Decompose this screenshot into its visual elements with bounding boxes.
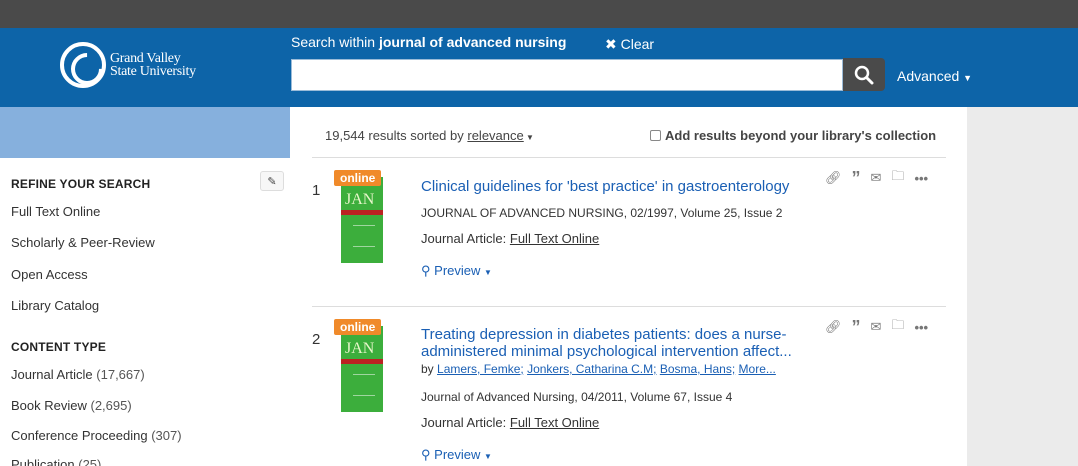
- divider: [312, 157, 946, 158]
- site-header: Grand Valley State University Search wit…: [0, 28, 1078, 107]
- more-authors-link[interactable]: More...: [739, 362, 776, 376]
- search-scope-label: Search within journal of advanced nursin…: [291, 34, 567, 50]
- result-title-link[interactable]: Clinical guidelines for 'best practice' …: [421, 178, 811, 195]
- folder-add-icon[interactable]: 🗀: [891, 167, 904, 189]
- result-cover-thumbnail[interactable]: JAN: [341, 326, 383, 412]
- result-title-link[interactable]: Treating depression in diabetes patients…: [421, 326, 811, 360]
- cover-title: JAN: [345, 340, 375, 357]
- facet-conference-proceeding[interactable]: Conference Proceeding (307): [11, 428, 182, 443]
- logo-line-2: State University: [110, 64, 196, 79]
- search-button[interactable]: [843, 58, 885, 91]
- result-type: Journal Article: Full Text Online: [421, 231, 600, 246]
- clear-scope-button[interactable]: ✖ Clear: [605, 36, 654, 53]
- pencil-icon: ✎: [267, 175, 277, 188]
- facet-journal-article[interactable]: Journal Article (17,667): [11, 367, 145, 382]
- close-icon: ✖: [605, 36, 617, 52]
- result-actions: 🔗︎ ” ✉ 🗀 •••: [825, 316, 928, 338]
- facet-scholarly-peer-review[interactable]: Scholarly & Peer-Review: [11, 235, 155, 250]
- result-type: Journal Article: Full Text Online: [421, 415, 600, 430]
- sort-dropdown[interactable]: relevance: [467, 128, 523, 143]
- result-cover-thumbnail[interactable]: JAN: [341, 177, 383, 263]
- author-link[interactable]: Bosma, Hans;: [660, 362, 735, 376]
- facet-full-text-online[interactable]: Full Text Online: [11, 204, 100, 219]
- link-icon[interactable]: 🔗︎: [825, 319, 842, 335]
- sidebar-banner: [0, 107, 290, 158]
- email-icon[interactable]: ✉: [871, 319, 882, 335]
- caret-down-icon: ▼: [484, 452, 492, 461]
- result-authors: by Lamers, Femke; Jonkers, Catharina C.M…: [421, 362, 776, 376]
- content-type-heading: CONTENT TYPE: [11, 340, 107, 354]
- author-link[interactable]: Jonkers, Catharina C.M;: [527, 362, 656, 376]
- result-number: 1: [312, 182, 321, 199]
- edit-filters-button[interactable]: ✎: [260, 171, 284, 191]
- search-scope-name: journal of advanced nursing: [378, 34, 567, 50]
- facet-book-review[interactable]: Book Review (2,695): [11, 398, 132, 413]
- caret-down-icon: ▼: [523, 133, 534, 142]
- facet-library-catalog[interactable]: Library Catalog: [11, 298, 99, 313]
- preview-toggle[interactable]: ⚲ Preview ▼: [421, 447, 492, 463]
- result-actions: 🔗︎ ” ✉ 🗀 •••: [825, 167, 928, 189]
- cite-icon[interactable]: ”: [852, 168, 861, 189]
- right-gutter: [967, 107, 1078, 466]
- author-link[interactable]: Lamers, Femke;: [437, 362, 524, 376]
- beyond-collection-checkbox[interactable]: [650, 130, 661, 141]
- cite-icon[interactable]: ”: [852, 317, 861, 338]
- result-source: JOURNAL OF ADVANCED NURSING, 02/1997, Vo…: [421, 206, 783, 220]
- facet-open-access[interactable]: Open Access: [11, 267, 88, 282]
- full-text-online-link[interactable]: Full Text Online: [510, 231, 599, 246]
- zoom-icon: ⚲: [421, 447, 431, 462]
- online-badge: online: [334, 170, 382, 186]
- advanced-search-dropdown[interactable]: Advanced ▼: [897, 68, 972, 84]
- link-icon[interactable]: 🔗︎: [825, 170, 842, 186]
- refine-heading: REFINE YOUR SEARCH: [11, 177, 151, 191]
- folder-add-icon[interactable]: 🗀: [891, 316, 904, 338]
- browser-top-strip: [0, 0, 1078, 28]
- more-options-icon[interactable]: •••: [914, 320, 928, 335]
- more-options-icon[interactable]: •••: [914, 171, 928, 186]
- search-icon: [854, 65, 874, 84]
- divider: [312, 306, 946, 307]
- full-text-online-link[interactable]: Full Text Online: [510, 415, 599, 430]
- zoom-icon: ⚲: [421, 263, 431, 278]
- result-source: Journal of Advanced Nursing, 04/2011, Vo…: [421, 390, 733, 404]
- search-input[interactable]: [291, 59, 843, 91]
- caret-down-icon: ▼: [484, 268, 492, 277]
- online-badge: online: [334, 319, 382, 335]
- facet-sidebar: REFINE YOUR SEARCH ✎ Full Text Online Sc…: [0, 158, 290, 466]
- cover-title: JAN: [345, 191, 375, 208]
- facet-publication[interactable]: Publication (25): [11, 457, 101, 466]
- result-number: 2: [312, 331, 321, 348]
- caret-down-icon: ▼: [963, 73, 973, 83]
- beyond-collection-option[interactable]: Add results beyond your library's collec…: [650, 128, 936, 143]
- gvsu-logo-icon: [60, 42, 106, 88]
- gvsu-logo[interactable]: Grand Valley State University: [60, 42, 196, 88]
- results-panel: 19,544 results sorted by relevance ▼ Add…: [290, 107, 967, 466]
- email-icon[interactable]: ✉: [871, 170, 882, 186]
- preview-toggle[interactable]: ⚲ Preview ▼: [421, 263, 492, 279]
- results-count: 19,544 results sorted by relevance ▼: [325, 128, 534, 143]
